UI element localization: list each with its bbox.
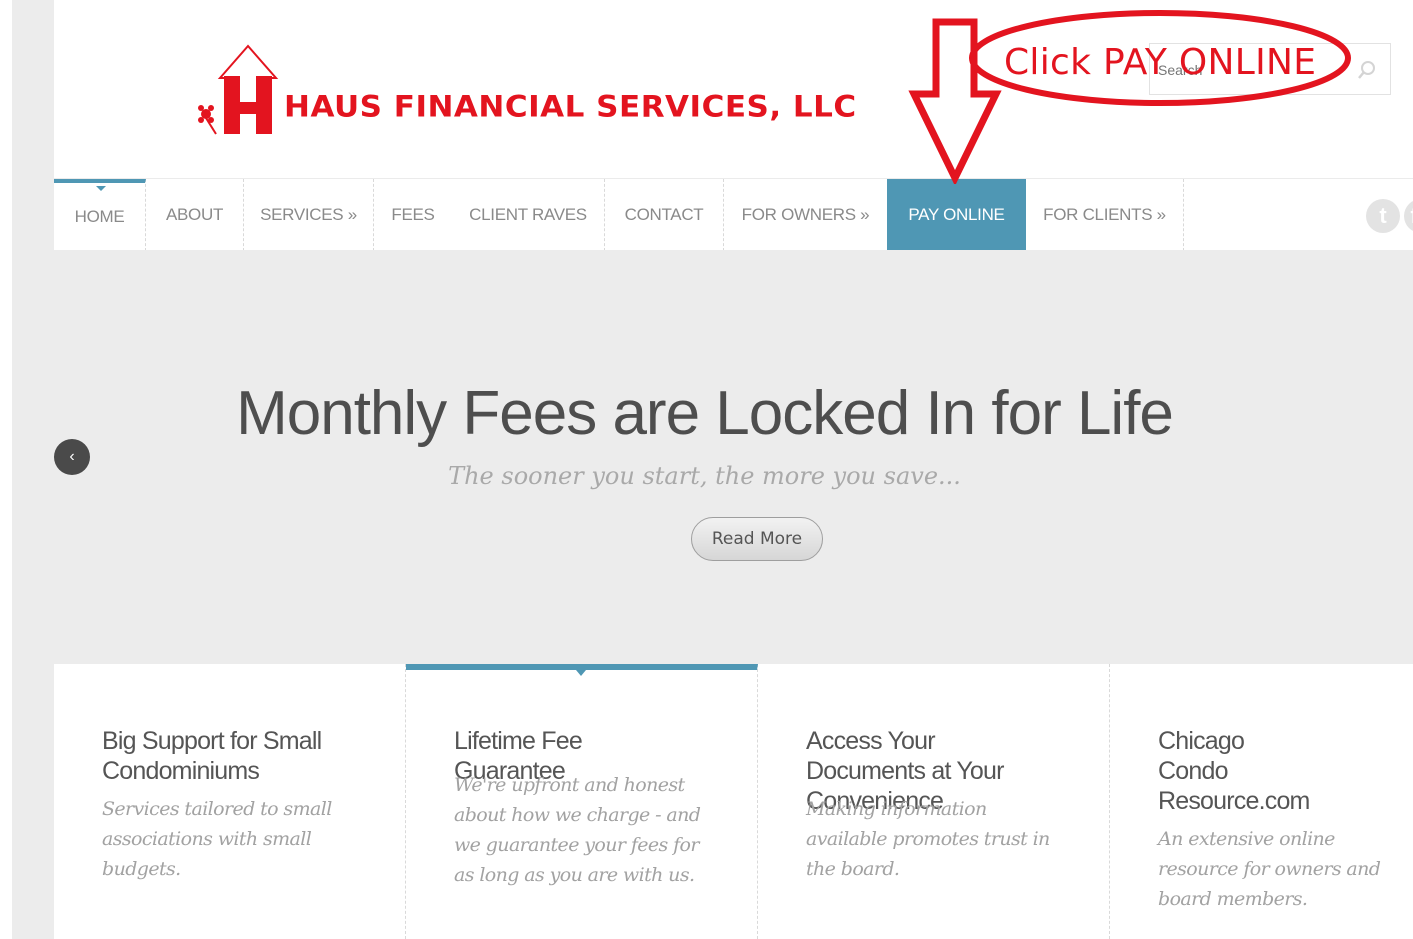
feature-card[interactable]: Chicago Condo Resource.com An extensive … — [1110, 664, 1413, 939]
logo-text: HAUS FINANCIAL SERVICES, LLC — [284, 89, 857, 125]
nav-item-pay-online[interactable]: PAY ONLINE — [887, 179, 1026, 251]
feature-text: An extensive online resource for owners … — [1158, 828, 1381, 910]
feature-title: Chicago Condo Resource.com — [1158, 727, 1310, 815]
feature-card[interactable]: Big Support for Small Condominiums Servi… — [54, 664, 406, 939]
annotation-label: Click PAY ONLINE — [1004, 42, 1317, 83]
main-nav: HOME ABOUT SERVICES » FEES CLIENT RAVES … — [54, 178, 1413, 251]
hero-title: Monthly Fees are Locked In for Life — [236, 379, 1174, 448]
feature-text: Services tailored to small associations … — [102, 798, 332, 880]
facebook-icon[interactable]: f — [1404, 199, 1413, 233]
nav-item-label: CONTACT — [624, 205, 704, 224]
read-more-button[interactable]: Read More — [691, 517, 823, 561]
feature-title: Big Support for Small Condominiums — [102, 727, 322, 785]
nav-item-services[interactable]: SERVICES » — [244, 179, 374, 251]
nav-item-client-raves[interactable]: CLIENT RAVES — [452, 179, 605, 251]
nav-item-label: CLIENT RAVES — [469, 205, 587, 224]
nav-item-about[interactable]: ABOUT — [146, 179, 244, 251]
features-section: Big Support for Small Condominiums Servi… — [54, 664, 1413, 939]
nav-item-label: ABOUT — [165, 205, 224, 224]
feature-card[interactable]: Lifetime Fee Guarantee We're upfront and… — [406, 664, 758, 939]
feature-card[interactable]: Access Your Documents at Your Convenienc… — [758, 664, 1110, 939]
nav-item-label: PAY ONLINE — [908, 205, 1005, 224]
nav-item-label: HOME — [74, 207, 125, 226]
nav-item-label: FOR OWNERS » — [741, 205, 870, 224]
active-indicator — [576, 670, 586, 676]
hero-subtitle: The sooner you start, the more you save.… — [448, 462, 961, 490]
nav-item-label: FEES — [391, 205, 435, 224]
nav-item-contact[interactable]: CONTACT — [605, 179, 724, 251]
twitter-icon[interactable]: t — [1366, 199, 1400, 233]
active-indicator — [96, 186, 106, 191]
nav-item-home[interactable]: HOME — [54, 179, 146, 251]
nav-item-for-clients[interactable]: FOR CLIENTS » — [1026, 179, 1184, 251]
logo-house-icon — [194, 44, 280, 136]
nav-item-for-owners[interactable]: FOR OWNERS » — [724, 179, 887, 251]
nav-item-label: SERVICES » — [260, 205, 357, 224]
feature-text: We're upfront and honest about how we ch… — [454, 774, 701, 886]
nav-item-label: FOR CLIENTS » — [1043, 205, 1166, 224]
search-icon[interactable] — [1356, 59, 1378, 81]
hero-slider: ‹ Monthly Fees are Locked In for Life Th… — [54, 250, 1413, 662]
feature-text: Making information available promotes tr… — [806, 798, 1050, 880]
nav-item-fees[interactable]: FEES — [374, 179, 452, 251]
site-logo[interactable]: HAUS FINANCIAL SERVICES, LLC — [194, 44, 857, 136]
